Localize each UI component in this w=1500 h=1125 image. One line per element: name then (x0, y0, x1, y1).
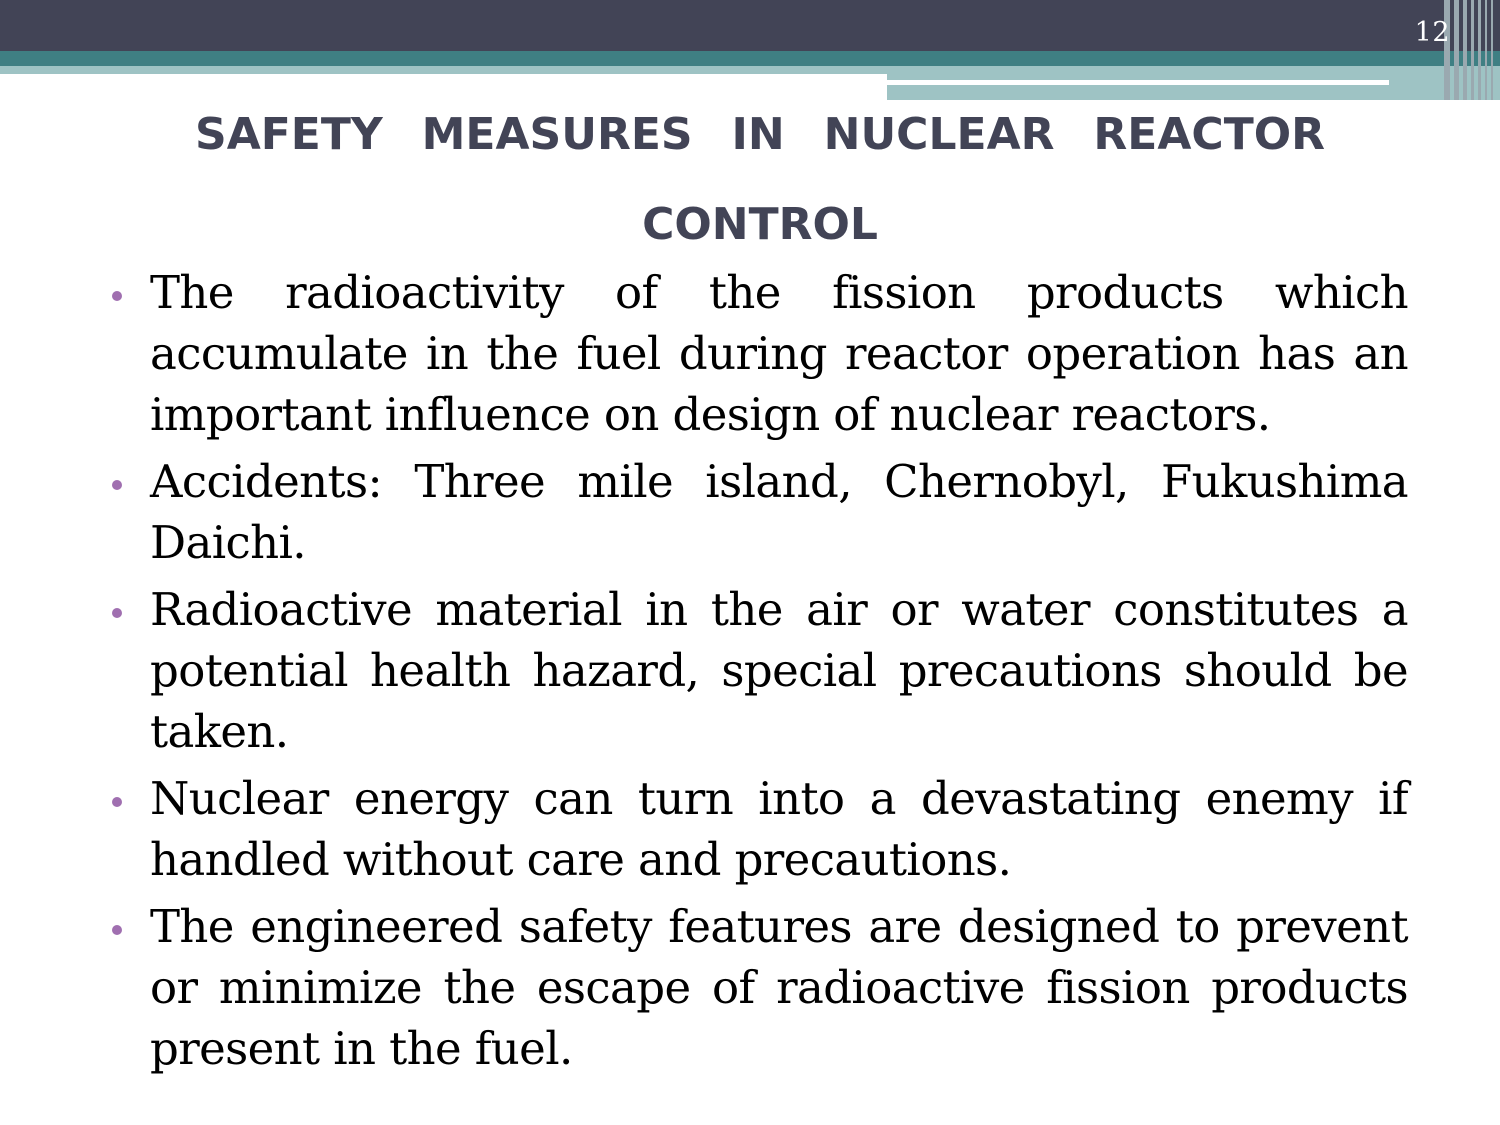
bullet-dot-icon (112, 608, 122, 618)
header-stripes (1442, 0, 1500, 100)
page-number: 12 (1414, 17, 1450, 48)
bullet-item: Radioactive material in the air or water… (112, 579, 1409, 762)
bullet-text: Accidents: Three mile island, Chernobyl,… (150, 455, 1409, 569)
slide: 12 SAFETY MEASURES IN NUCLEAR REACTOR CO… (0, 0, 1500, 1125)
bullet-text: Nuclear energy can turn into a devastati… (150, 772, 1409, 886)
bullet-dot-icon (112, 480, 122, 490)
bullet-list: The radioactivity of the fission product… (112, 262, 1409, 1085)
bullet-dot-icon (112, 797, 122, 807)
header-dark-bar (0, 0, 1500, 51)
bullet-dot-icon (112, 925, 122, 935)
header-accent-line (887, 80, 1389, 85)
bullet-item: The radioactivity of the fission product… (112, 262, 1409, 445)
bullet-item: Nuclear energy can turn into a devastati… (112, 768, 1409, 890)
header-light-bar-left (0, 66, 887, 74)
bullet-text: Radioactive material in the air or water… (150, 583, 1409, 758)
bullet-text: The radioactivity of the fission product… (150, 266, 1409, 441)
bullet-item: The engineered safety features are desig… (112, 896, 1409, 1079)
bullet-dot-icon (112, 291, 122, 301)
bullet-item: Accidents: Three mile island, Chernobyl,… (112, 451, 1409, 573)
slide-title: SAFETY MEASURES IN NUCLEAR REACTOR CONTR… (195, 109, 1325, 250)
header-teal-bar (0, 51, 1500, 66)
bullet-text: The engineered safety features are desig… (150, 900, 1409, 1075)
